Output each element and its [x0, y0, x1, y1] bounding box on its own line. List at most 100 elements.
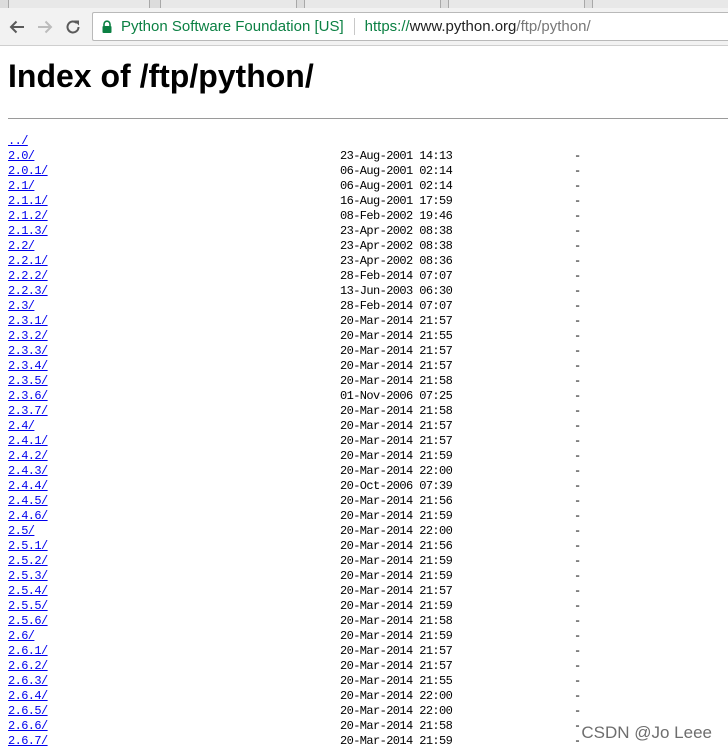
listing-row: 2.6.3/20-Mar-2014 21:55 - — [8, 674, 728, 689]
parent-directory-row: ../ — [8, 134, 728, 149]
directory-link[interactable]: 2.6.7/ — [8, 734, 48, 749]
directory-listing: ../ 2.0/23-Aug-2001 14:13-2.0.1/06-Aug-2… — [8, 134, 728, 749]
directory-link[interactable]: 2.6.3/ — [8, 674, 48, 689]
url-path: /ftp/python/ — [516, 18, 591, 35]
listing-row: 2.0.1/06-Aug-2001 02:14 - — [8, 164, 728, 179]
directory-link[interactable]: 2.4.3/ — [8, 464, 48, 479]
directory-link[interactable]: 2.6.6/ — [8, 719, 48, 734]
directory-link[interactable]: 2.1/ — [8, 179, 35, 194]
page-title: Index of /ftp/python/ — [8, 58, 314, 94]
directory-link[interactable]: 2.0.1/ — [8, 164, 48, 179]
directory-link[interactable]: 2.1.1/ — [8, 194, 48, 209]
forward-button[interactable] — [35, 17, 55, 37]
directory-link[interactable]: 2.3/ — [8, 299, 35, 314]
file-size: - — [574, 269, 582, 283]
directory-link[interactable]: 2.5.5/ — [8, 599, 48, 614]
listing-row: 2.3.2/20-Mar-2014 21:55 - — [8, 329, 728, 344]
listing-row: 2.5.6/20-Mar-2014 21:58 - — [8, 614, 728, 629]
lock-icon — [102, 19, 112, 33]
directory-link[interactable]: 2.2.2/ — [8, 269, 48, 284]
listing-row: 2.5.3/20-Mar-2014 21:59 - — [8, 569, 728, 584]
directory-link[interactable]: 2.4.2/ — [8, 449, 48, 464]
listing-row: 2.3.7/20-Mar-2014 21:58 - — [8, 404, 728, 419]
directory-link[interactable]: 2.3.6/ — [8, 389, 48, 404]
modified-date: 20-Mar-2014 22:00 — [340, 704, 453, 718]
directory-link[interactable]: 2.2/ — [8, 239, 35, 254]
directory-link[interactable]: 2.6.4/ — [8, 689, 48, 704]
directory-link[interactable]: 2.5.2/ — [8, 554, 48, 569]
file-size: - — [574, 314, 582, 328]
listing-row: 2.4.5/20-Mar-2014 21:56 - — [8, 494, 728, 509]
file-size: - — [574, 239, 582, 253]
directory-link[interactable]: 2.4/ — [8, 419, 35, 434]
file-size: - — [574, 509, 582, 523]
directory-link[interactable]: 2.4.1/ — [8, 434, 48, 449]
directory-link[interactable]: 2.3.5/ — [8, 374, 48, 389]
listing-row: 2.1.3/23-Apr-2002 08:38 - — [8, 224, 728, 239]
file-size: - — [574, 194, 582, 208]
directory-link[interactable]: 2.4.4/ — [8, 479, 48, 494]
directory-link[interactable]: 2.5/ — [8, 524, 35, 539]
directory-link[interactable]: 2.6.5/ — [8, 704, 48, 719]
directory-link[interactable]: 2.5.6/ — [8, 614, 48, 629]
file-size: - — [574, 464, 582, 478]
directory-link[interactable]: 2.2.1/ — [8, 254, 48, 269]
directory-link[interactable]: 2.2.3/ — [8, 284, 48, 299]
directory-link[interactable]: 2.1.3/ — [8, 224, 48, 239]
listing-row: 2.5.2/20-Mar-2014 21:59 - — [8, 554, 728, 569]
directory-link[interactable]: 2.6.2/ — [8, 659, 48, 674]
file-size: - — [574, 299, 582, 313]
listing-row: 2.6.2/20-Mar-2014 21:57 - — [8, 659, 728, 674]
file-size: - — [574, 284, 582, 298]
modified-date: 20-Mar-2014 21:57 — [340, 359, 453, 373]
directory-link[interactable]: 2.5.3/ — [8, 569, 48, 584]
browser-tab[interactable] — [160, 0, 297, 8]
directory-link[interactable]: 2.5.1/ — [8, 539, 48, 554]
address-bar[interactable]: Python Software Foundation [US] https://… — [92, 12, 728, 41]
file-size: - — [574, 449, 582, 463]
listing-row: 2.5.5/20-Mar-2014 21:59 - — [8, 599, 728, 614]
file-size: - — [574, 179, 582, 193]
directory-link[interactable]: 2.4.5/ — [8, 494, 48, 509]
browser-tab[interactable] — [448, 0, 585, 8]
back-button[interactable] — [7, 17, 27, 37]
security-label[interactable]: Python Software Foundation [US] — [121, 18, 344, 35]
file-size: - — [574, 224, 582, 238]
directory-link[interactable]: 2.3.4/ — [8, 359, 48, 374]
file-size: - — [574, 389, 582, 403]
directory-link[interactable]: 2.3.3/ — [8, 344, 48, 359]
directory-link[interactable]: 2.5.4/ — [8, 584, 48, 599]
modified-date: 20-Mar-2014 21:59 — [340, 599, 453, 613]
browser-toolbar: Python Software Foundation [US] https://… — [0, 8, 728, 46]
listing-row: 2.3.3/20-Mar-2014 21:57 - — [8, 344, 728, 359]
modified-date: 20-Mar-2014 22:00 — [340, 464, 453, 478]
modified-date: 20-Mar-2014 21:59 — [340, 449, 453, 463]
listing-row: 2.6/20-Mar-2014 21:59 - — [8, 629, 728, 644]
modified-date: 20-Mar-2014 21:56 — [340, 494, 453, 508]
file-size: - — [574, 614, 582, 628]
directory-link[interactable]: 2.3.7/ — [8, 404, 48, 419]
reload-button[interactable] — [63, 17, 83, 37]
file-size: - — [574, 689, 582, 703]
directory-link[interactable]: 2.6/ — [8, 629, 35, 644]
directory-link[interactable]: 2.1.2/ — [8, 209, 48, 224]
browser-tab[interactable] — [304, 0, 441, 8]
modified-date: 20-Mar-2014 22:00 — [340, 689, 453, 703]
modified-date: 23-Apr-2002 08:38 — [340, 239, 453, 253]
browser-tab[interactable] — [8, 0, 150, 8]
directory-link[interactable]: 2.0/ — [8, 149, 35, 164]
directory-link[interactable]: 2.3.2/ — [8, 329, 48, 344]
directory-link[interactable]: 2.3.1/ — [8, 314, 48, 329]
directory-link[interactable]: 2.4.6/ — [8, 509, 48, 524]
file-size: - — [574, 599, 582, 613]
parent-directory-link[interactable]: ../ — [8, 134, 28, 149]
listing-row: 2.6.4/20-Mar-2014 22:00 - — [8, 689, 728, 704]
file-size: - — [574, 374, 582, 388]
browser-tab[interactable] — [592, 0, 728, 8]
file-size: - — [574, 629, 582, 643]
file-size: - — [574, 479, 582, 493]
modified-date: 20-Mar-2014 22:00 — [340, 524, 453, 538]
modified-date: 20-Mar-2014 21:55 — [340, 674, 453, 688]
listing-row: 2.3/28-Feb-2014 07:07 - — [8, 299, 728, 314]
directory-link[interactable]: 2.6.1/ — [8, 644, 48, 659]
